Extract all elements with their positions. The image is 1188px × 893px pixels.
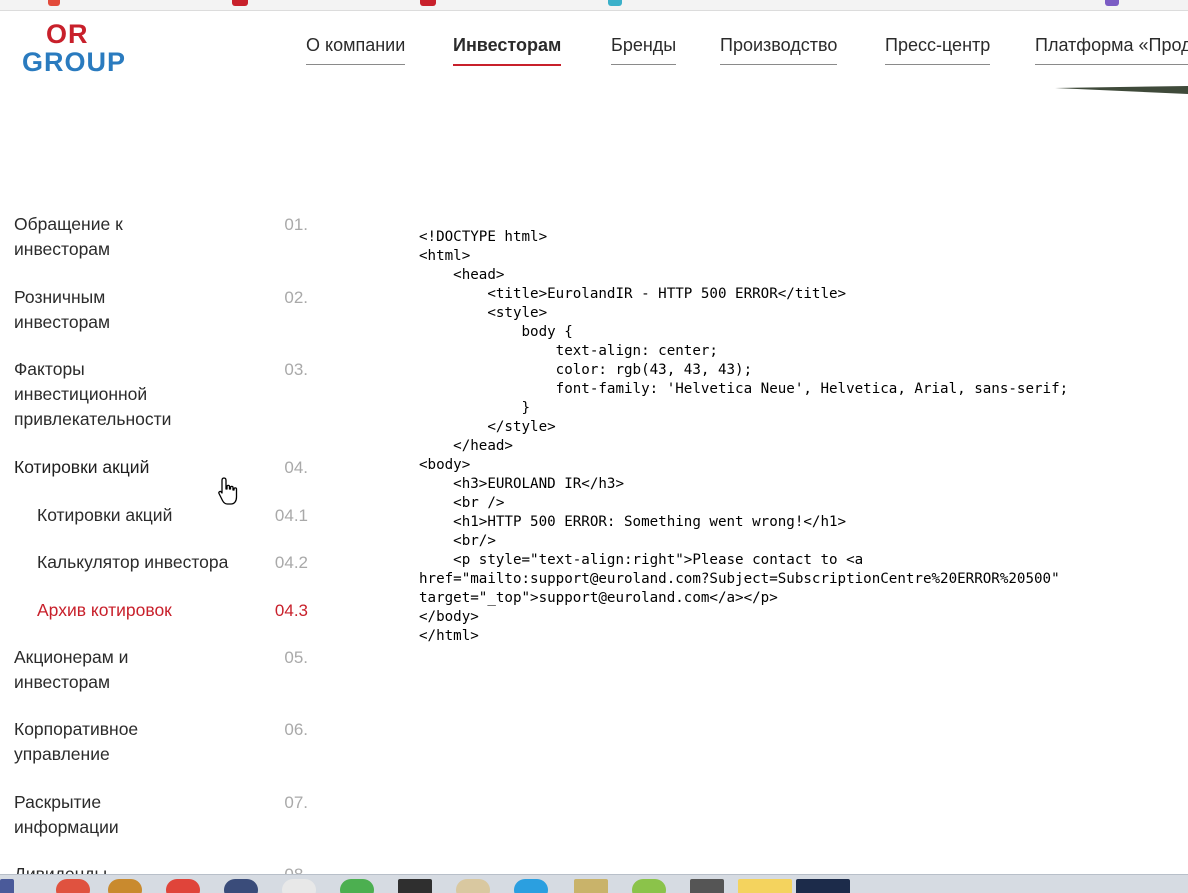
logo-or-text: OR — [46, 19, 89, 49]
nav-item-press-center[interactable]: Пресс-центр — [885, 35, 991, 65]
taskbar-app-icon[interactable] — [514, 879, 548, 893]
sidebar-item-label: Корпоративное управление — [14, 719, 139, 764]
taskbar-app-icon[interactable] — [224, 879, 258, 893]
sidebar-item-share-quotes[interactable]: Котировки акций 04. — [14, 455, 308, 480]
os-taskbar — [0, 874, 1188, 893]
taskbar-app-icon[interactable] — [574, 879, 608, 893]
sidebar-item-label: Раскрытие информации — [14, 792, 119, 837]
sidebar-item-number: 04.2 — [274, 553, 308, 572]
sidebar-item-number: 02. — [284, 288, 308, 307]
sidebar-subitem-share-quotes[interactable]: Котировки акций 04.1 — [14, 503, 308, 528]
bookmark-icon[interactable] — [1105, 0, 1119, 6]
sidebar-item-number: 04. — [284, 458, 308, 477]
nav-item-about[interactable]: О компании — [306, 35, 406, 65]
bookmark-icon[interactable] — [48, 0, 60, 6]
nav-item-production[interactable]: Производство — [720, 35, 838, 65]
taskbar-app-icon[interactable] — [0, 879, 14, 893]
taskbar-app-icon[interactable] — [340, 879, 374, 893]
taskbar-app-icon[interactable] — [166, 879, 200, 893]
sidebar-item-label: Розничным инвесторам — [14, 287, 111, 332]
sidebar-item-number: 05. — [284, 648, 308, 667]
company-logo[interactable]: OR GROUP — [22, 20, 126, 76]
sidebar-item-label: Котировки акций — [14, 457, 150, 477]
sidebar-item-number: 04.1 — [274, 506, 308, 525]
taskbar-browser-icon[interactable] — [56, 879, 90, 893]
bookmark-icon[interactable] — [232, 0, 248, 6]
bookmark-icon[interactable] — [608, 0, 622, 6]
taskbar-app-icon[interactable] — [690, 879, 724, 893]
error-page-source: <!DOCTYPE html> <html> <head> <title>Eur… — [419, 229, 1069, 644]
sidebar-item-corporate-governance[interactable]: Корпоративное управление 06. — [14, 717, 308, 767]
hero-image-edge — [1055, 86, 1188, 94]
sidebar-subitem-investor-calculator[interactable]: Калькулятор инвестора 04.2 — [14, 550, 308, 575]
sidebar-item-investor-letter[interactable]: Обращение к инвесторам 01. — [14, 212, 308, 262]
sidebar-item-number: 01. — [284, 215, 308, 234]
sidebar-item-shareholders[interactable]: Акционерам и инвесторам 05. — [14, 645, 308, 695]
sidebar-item-disclosure[interactable]: Раскрытие информации 07. — [14, 790, 308, 840]
sidebar-item-label: Акционерам и инвесторам — [14, 647, 129, 692]
taskbar-app-icon[interactable] — [632, 879, 666, 893]
taskbar-app-icon[interactable] — [456, 879, 490, 893]
logo-group-text: GROUP — [22, 47, 127, 77]
taskbar-app-icon[interactable] — [282, 879, 316, 893]
sidebar-item-number: 07. — [284, 793, 308, 812]
sidebar-item-label: Обращение к инвесторам — [14, 214, 123, 259]
sidebar-item-number: 04.3 — [274, 601, 308, 620]
browser-bookmarks-bar — [0, 0, 1188, 11]
sidebar-item-investment-factors[interactable]: Факторы инвестиционной привлекательности… — [14, 357, 308, 432]
sidebar-item-number: 06. — [284, 720, 308, 739]
sidebar-item-label: Калькулятор инвестора — [37, 552, 229, 572]
sidebar-subitem-quotes-archive[interactable]: Архив котировок 04.3 — [14, 598, 308, 623]
sidebar-item-retail-investors[interactable]: Розничным инвесторам 02. — [14, 285, 308, 335]
taskbar-app-icon[interactable] — [398, 879, 432, 893]
taskbar-app-icon[interactable] — [796, 879, 850, 893]
taskbar-app-icon-active[interactable] — [738, 879, 792, 893]
nav-item-brands[interactable]: Бренды — [611, 35, 677, 65]
sidebar-item-number: 03. — [284, 360, 308, 379]
sidebar-item-label: Архив котировок — [37, 600, 172, 620]
sidebar-item-label: Факторы инвестиционной привлекательности — [14, 359, 172, 429]
taskbar-app-icon[interactable] — [108, 879, 142, 893]
nav-item-investors[interactable]: Инвесторам — [453, 35, 562, 66]
nav-item-platform[interactable]: Платформа «Прод — [1035, 35, 1188, 65]
bookmark-icon[interactable] — [420, 0, 436, 6]
hand-pointer-icon — [218, 477, 238, 505]
